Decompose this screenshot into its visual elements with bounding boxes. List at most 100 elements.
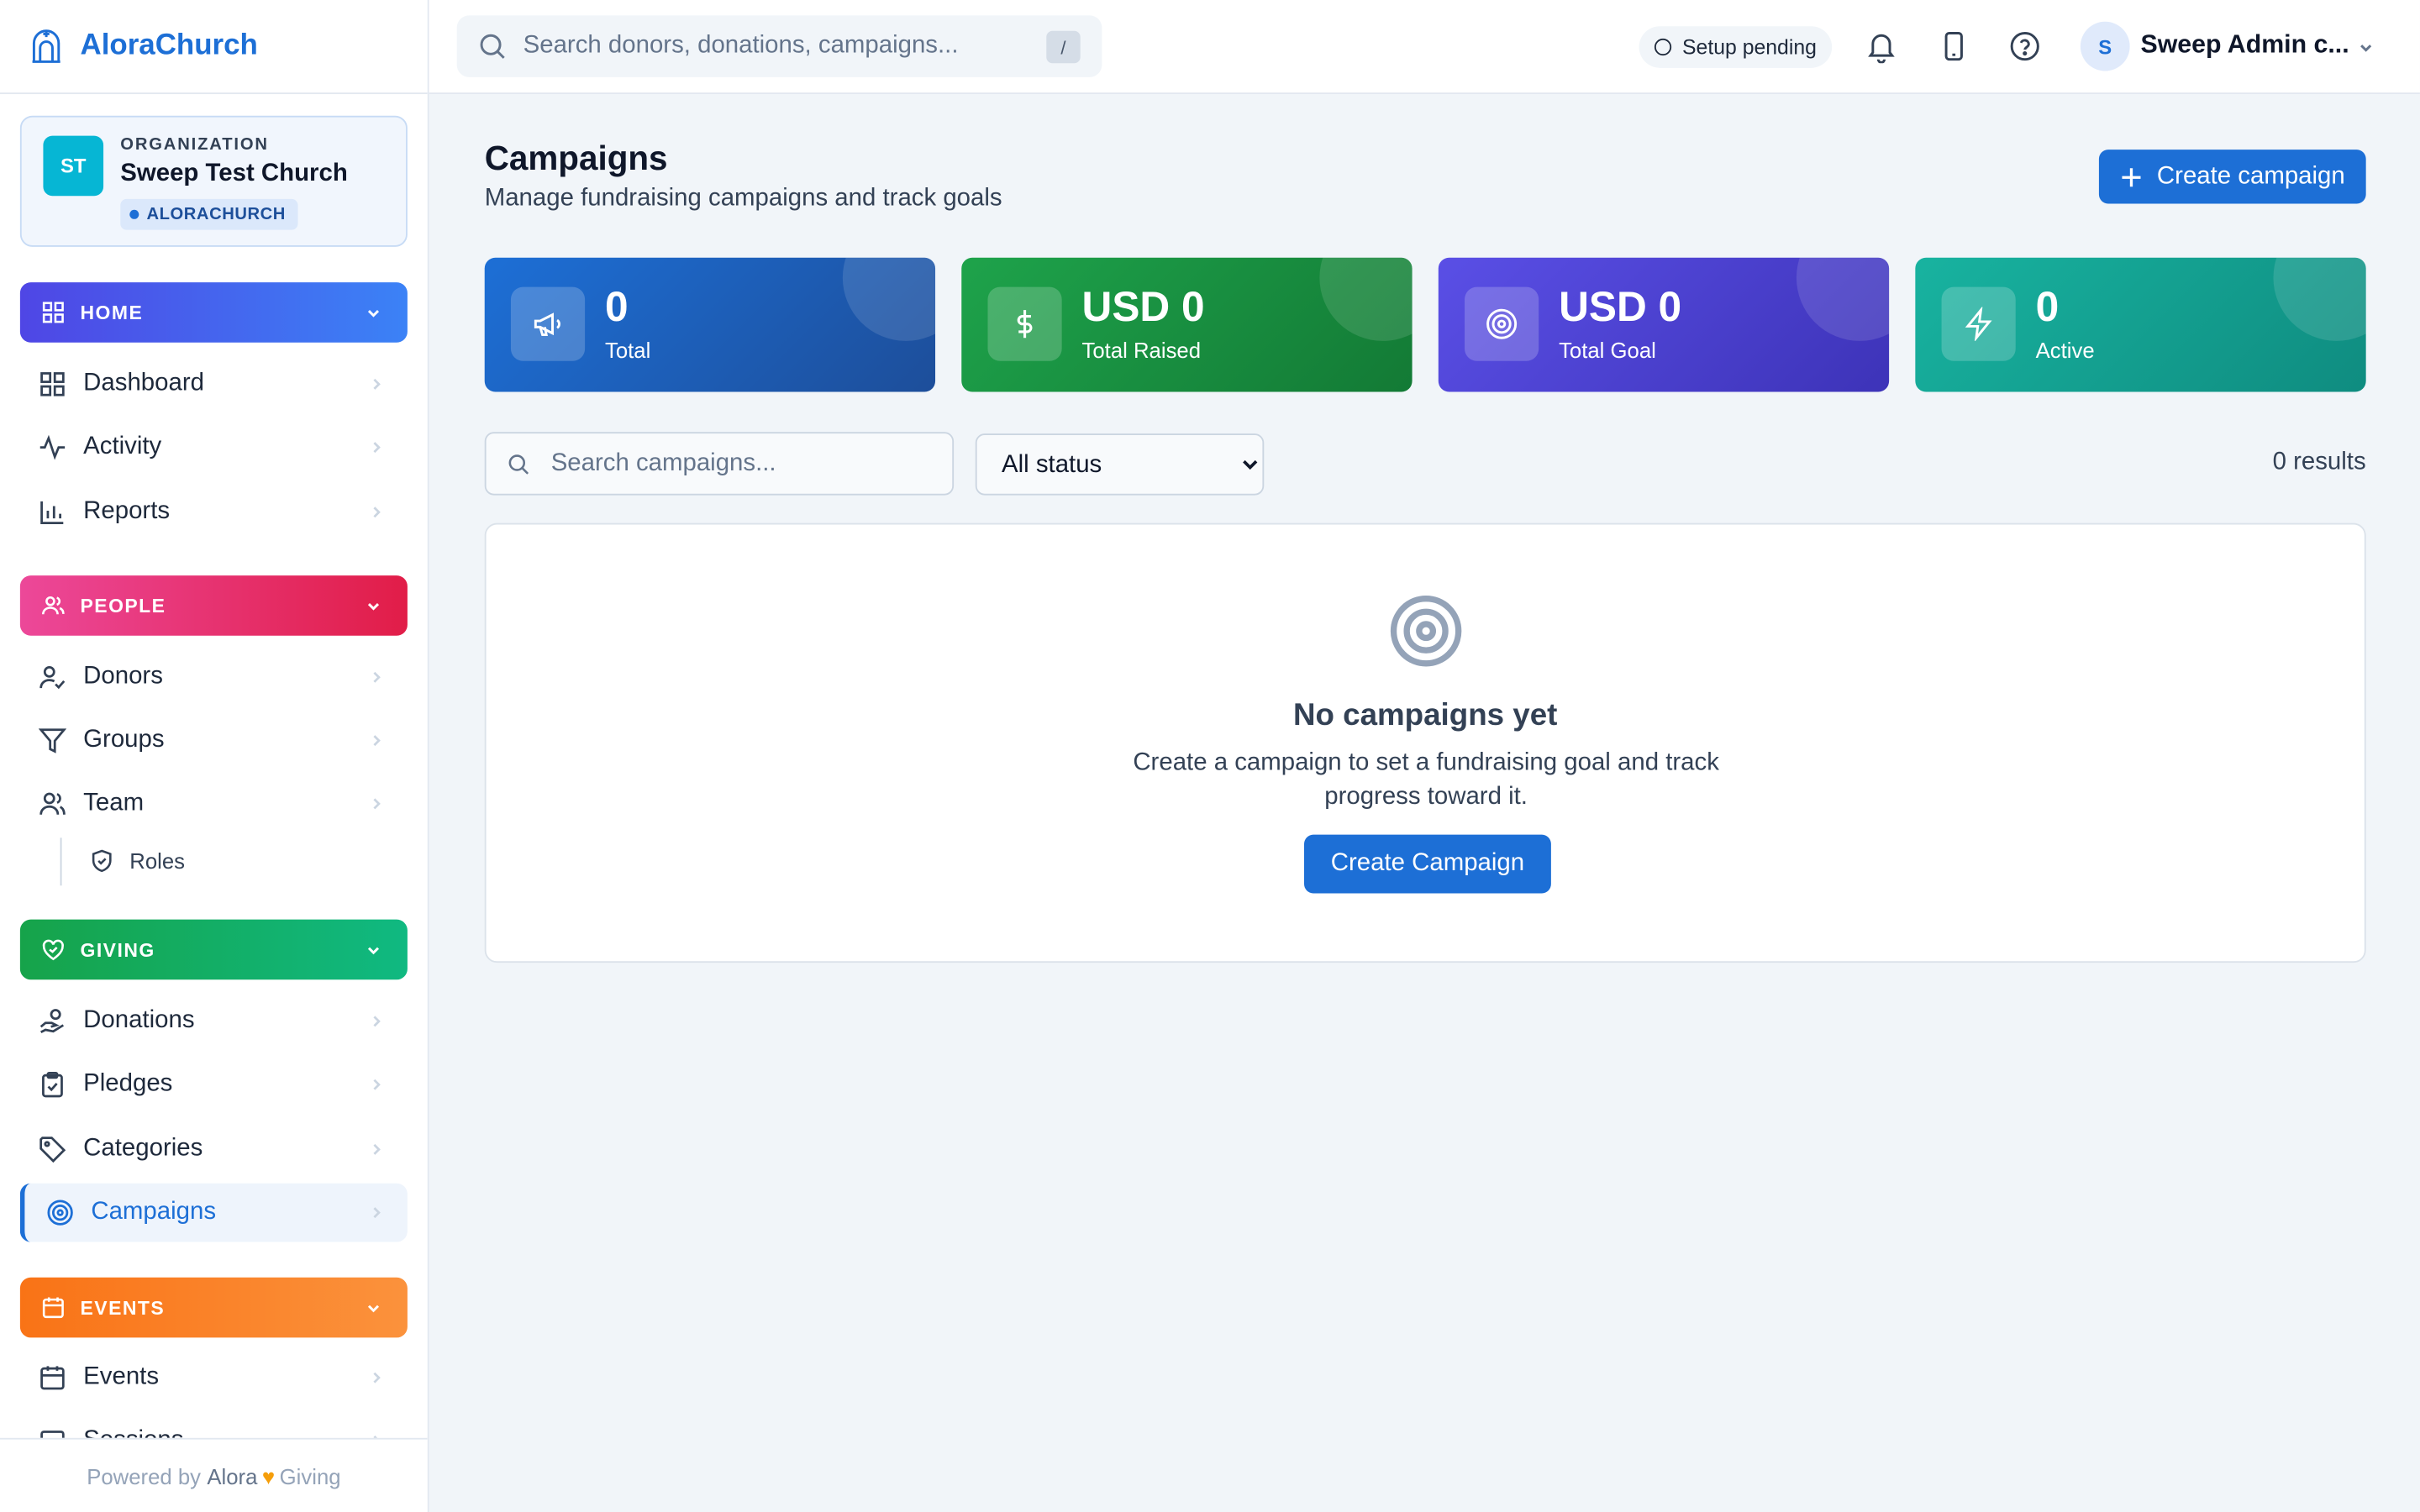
stat-label: Total Raised [1081, 338, 1202, 363]
sidebar: AloraChurch ST ORGANIZATION Sweep Test C… [0, 0, 429, 1512]
footer-brand-a: Alora [207, 1464, 258, 1489]
dashboard-icon [40, 372, 65, 396]
sidebar-item-reports[interactable]: Reports [20, 483, 408, 542]
sidebar-item-donors[interactable]: Donors [20, 648, 408, 706]
sidebar-item-categories[interactable]: Categories [20, 1120, 408, 1179]
search-shortcut: / [1046, 30, 1081, 64]
mobile-icon[interactable] [1937, 29, 1970, 63]
create-campaign-label: Create campaign [2156, 162, 2345, 189]
empty-state-card: No campaigns yet Create a campaign to se… [484, 522, 2366, 963]
section-people[interactable]: PEOPLE [19, 575, 408, 636]
target-icon [1390, 595, 1462, 667]
global-search[interactable]: / [456, 15, 1102, 77]
sidebar-item-groups[interactable]: Groups [20, 711, 408, 770]
org-caption: ORGANIZATION [120, 135, 269, 155]
stat-label: Total [604, 338, 651, 363]
chevron-right-icon [373, 1016, 381, 1027]
sidebar-footer: Powered by Alora ♥ Giving [0, 1437, 428, 1512]
sidebar-item-pledges[interactable]: Pledges [20, 1055, 408, 1114]
sidebar-item-label: Roles [129, 848, 186, 874]
search-icon [508, 454, 529, 474]
chevron-down-icon [367, 1304, 380, 1312]
sidebar-item-roles[interactable]: Roles [90, 844, 186, 878]
stat-value: USD 0 [1081, 283, 1205, 331]
section-giving[interactable]: GIVING [19, 919, 408, 980]
filter-icon [38, 728, 66, 753]
circle-icon [1654, 38, 1672, 56]
sidebar-item-campaigns[interactable]: Campaigns [19, 1183, 408, 1242]
chevron-right-icon [373, 798, 381, 810]
chevron-right-icon [373, 507, 381, 518]
users-icon [42, 596, 65, 615]
chevron-right-icon [373, 735, 381, 747]
results-count: 0 results [2272, 449, 2366, 475]
dollar-icon [987, 286, 1062, 361]
decorative-circle [1319, 257, 1413, 341]
org-name: Sweep Test Church [120, 160, 348, 187]
topbar: / Setup pending S Sweep Admin c... [429, 0, 2420, 95]
bolt-icon [1941, 286, 2016, 361]
sidebar-item-label: Activity [83, 433, 162, 460]
section-home[interactable]: HOME [19, 282, 408, 343]
section-events[interactable]: EVENTS [19, 1277, 408, 1338]
chevron-right-icon [373, 442, 381, 454]
sidebar-item-activity[interactable]: Activity [20, 418, 408, 477]
sidebar-item-donations[interactable]: Donations [20, 992, 408, 1051]
sidebar-item-label: Campaigns [91, 1199, 217, 1226]
user-name[interactable]: Sweep Admin c... [2141, 31, 2349, 60]
chevron-down-icon [367, 309, 380, 317]
section-events-label: EVENTS [80, 1296, 166, 1319]
stat-card-total: 0 Total [484, 257, 936, 392]
chevron-right-icon [373, 1079, 381, 1090]
organization-card[interactable]: ST ORGANIZATION Sweep Test Church ALORAC… [19, 115, 408, 247]
campaign-search[interactable] [484, 432, 955, 496]
org-avatar: ST [43, 135, 104, 197]
clipboard-check-icon [42, 1072, 63, 1098]
app-root: AloraChurch ST ORGANIZATION Sweep Test C… [0, 0, 2420, 1512]
search-icon [480, 34, 505, 59]
calendar-icon [42, 1297, 64, 1319]
heart-icon: ♥ [261, 1464, 276, 1489]
calendar-icon [40, 1366, 65, 1390]
grid-icon [42, 302, 64, 323]
chevron-right-icon [373, 378, 381, 390]
create-campaign-button[interactable]: Create campaign [2098, 150, 2366, 204]
empty-create-campaign-button[interactable]: Create Campaign [1304, 834, 1551, 894]
page-subtitle: Manage fundraising campaigns and track g… [484, 185, 1002, 212]
brand-name: AloraChurch [80, 29, 258, 62]
org-badge-label: ALORACHURCH [146, 205, 286, 224]
sidebar-item-label: Groups [83, 727, 165, 753]
sidebar-item-team[interactable]: Team [20, 774, 408, 833]
help-icon[interactable] [2008, 29, 2042, 63]
setup-status-badge[interactable]: Setup pending [1639, 26, 1833, 68]
user-check-icon [39, 665, 66, 690]
global-search-input[interactable] [519, 30, 1036, 62]
decorative-circle [842, 257, 936, 341]
section-home-label: HOME [80, 302, 144, 323]
plus-icon [2121, 167, 2140, 186]
user-avatar[interactable]: S [2080, 21, 2130, 71]
stat-card-total-raised: USD 0 Total Raised [961, 257, 1413, 392]
empty-state-title: No campaigns yet [1292, 699, 1558, 733]
chevron-right-icon [373, 1372, 381, 1383]
status-filter-select[interactable]: All status [975, 433, 1265, 496]
chevron-right-icon [373, 1207, 381, 1219]
stat-card-total-goal: USD 0 Total Goal [1438, 257, 1890, 392]
heart-handshake-icon [42, 939, 64, 961]
footer-brand-b: Giving [279, 1464, 341, 1489]
sidebar-item-events[interactable]: Events [20, 1348, 408, 1407]
shield-icon [92, 849, 112, 873]
bar-chart-icon [40, 501, 64, 525]
bell-icon[interactable] [1865, 29, 1898, 64]
sidebar-item-dashboard[interactable]: Dashboard [20, 354, 408, 413]
chevron-right-icon [373, 671, 381, 683]
sidebar-item-label: Donations [83, 1007, 195, 1034]
footer-prefix: Powered by [87, 1464, 202, 1489]
campaign-search-input[interactable] [548, 448, 940, 480]
sidebar-item-label: Reports [83, 498, 171, 525]
brand[interactable]: AloraChurch [0, 0, 428, 95]
sidebar-item-label: Events [83, 1363, 160, 1390]
empty-state-description: Create a campaign to set a fundraising g… [1133, 749, 1719, 811]
chevron-down-icon [367, 602, 380, 610]
chevron-down-icon[interactable] [2357, 39, 2375, 57]
